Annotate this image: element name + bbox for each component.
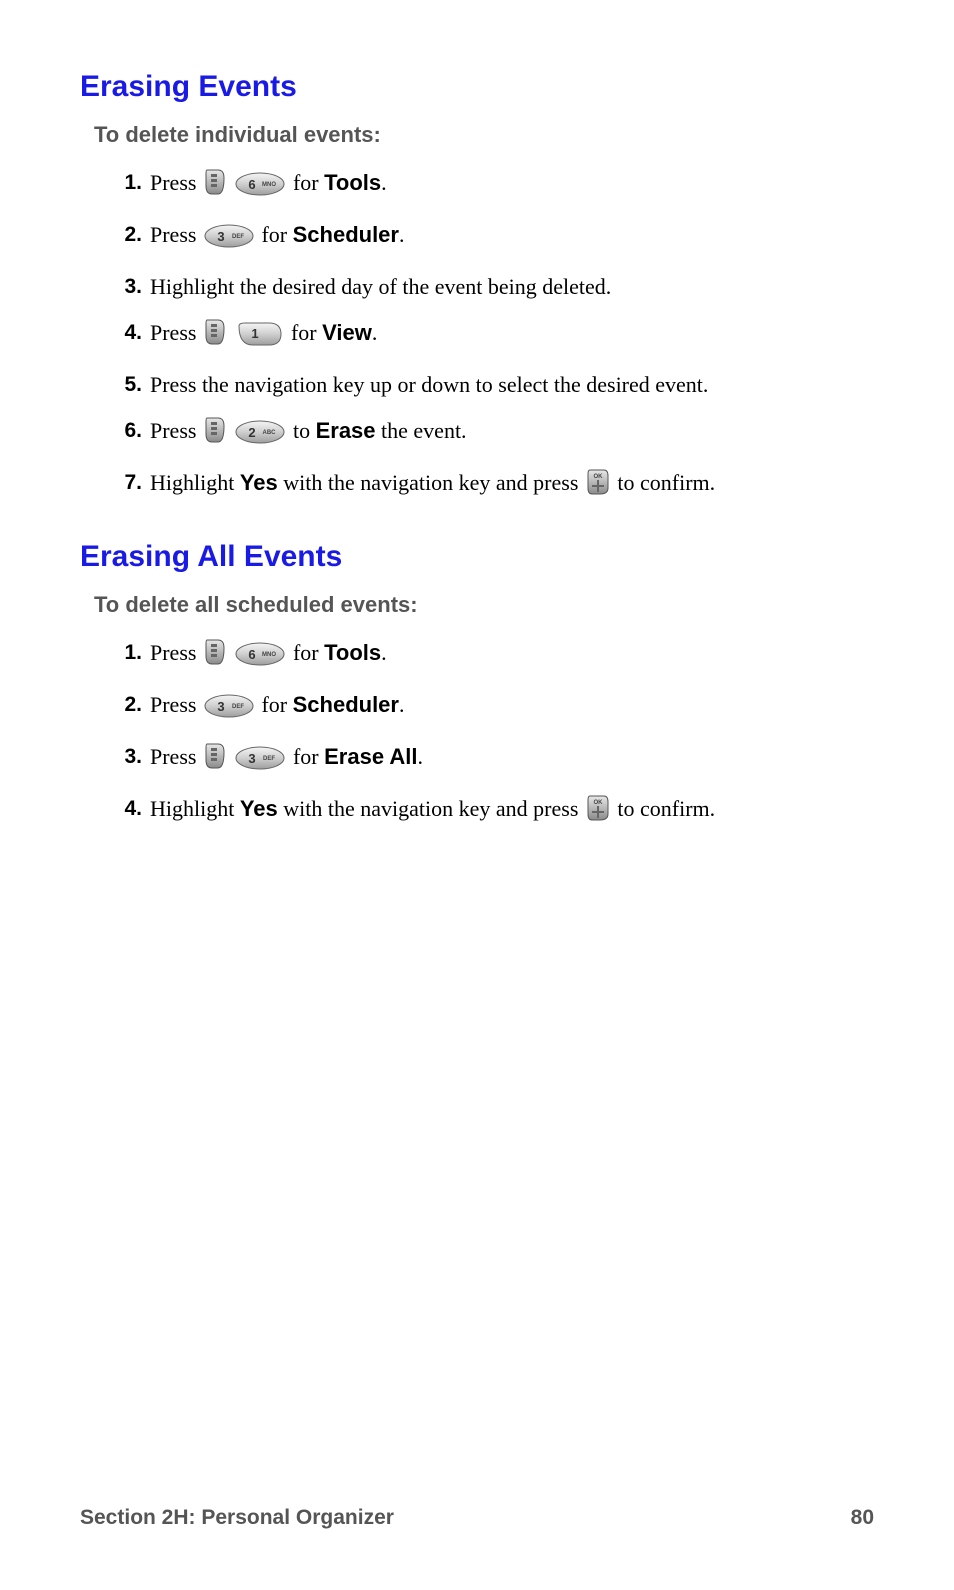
step-item: 6.Press 2ABC to Erase the event. [150, 414, 874, 454]
svg-text:MNO: MNO [262, 652, 276, 658]
step-text: to confirm. [612, 796, 715, 821]
step-item: 3.Highlight the desired day of the event… [150, 270, 874, 304]
page-footer: Section 2H: Personal Organizer 80 [80, 1506, 874, 1530]
step-text: Press [150, 418, 202, 443]
key-2-icon: 2 ABC [235, 420, 285, 454]
step-text: with the navigation key and press [278, 470, 584, 495]
step-text: the event. [376, 418, 467, 443]
step-item: 2.Press 3DEF for Scheduler. [150, 218, 874, 258]
steps-list-1: 1.Press 6MNO for Tools.2.Press 3DEF for … [80, 166, 874, 506]
step-text: Highlight [150, 796, 240, 821]
step-number: 4. [106, 792, 142, 826]
menu-key-icon [204, 318, 226, 356]
step-text: . [381, 640, 387, 665]
key-3-icon: 3 DEF [235, 746, 285, 780]
step-text: Press [150, 222, 202, 247]
step-text: . [372, 320, 378, 345]
heading-erasing-all-events: Erasing All Events [80, 540, 874, 574]
step-text: Press [150, 170, 202, 195]
step-text: . [399, 692, 405, 717]
step-number: 1. [106, 166, 142, 200]
step-bold-text: Erase All [324, 744, 417, 769]
step-bold-text: Yes [240, 796, 278, 821]
menu-key-icon [204, 416, 226, 454]
key-3-icon: 3 DEF [204, 694, 254, 728]
step-bold-text: Erase [316, 418, 376, 443]
svg-text:DEF: DEF [232, 234, 244, 240]
step-text: for [256, 222, 293, 247]
svg-text:6: 6 [249, 647, 256, 662]
step-text: for [287, 744, 324, 769]
footer-section-label: Section 2H: Personal Organizer [80, 1506, 394, 1530]
step-text: for [285, 320, 322, 345]
heading-erasing-events: Erasing Events [80, 70, 874, 104]
step-text: Highlight [150, 470, 240, 495]
key-6-icon: 6 MNO [235, 172, 285, 206]
menu-key-icon [204, 168, 226, 206]
step-number: 1. [106, 636, 142, 670]
step-number: 2. [106, 688, 142, 722]
svg-text:ABC: ABC [263, 430, 277, 436]
step-item: 7.Highlight Yes with the navigation key … [150, 466, 874, 506]
step-bold-text: Scheduler [293, 222, 399, 247]
ok-key-icon [586, 468, 610, 506]
step-text: Press [150, 744, 202, 769]
step-number: 3. [106, 740, 142, 774]
step-number: 6. [106, 414, 142, 448]
ok-key-icon [586, 794, 610, 832]
step-text: Press [150, 320, 202, 345]
step-item: 4.Highlight Yes with the navigation key … [150, 792, 874, 832]
document-page: Erasing Events To delete individual even… [0, 0, 954, 1590]
svg-text:3: 3 [217, 229, 224, 244]
footer-page-number: 80 [851, 1506, 874, 1530]
step-bold-text: Tools [324, 640, 381, 665]
step-number: 4. [106, 316, 142, 350]
svg-text:MNO: MNO [262, 182, 276, 188]
step-bold-text: Tools [324, 170, 381, 195]
step-text: . [399, 222, 405, 247]
step-text: Press the navigation key up or down to s… [150, 372, 708, 397]
step-text: Press [150, 692, 202, 717]
svg-text:DEF: DEF [263, 756, 275, 762]
subheading-delete-all: To delete all scheduled events: [94, 592, 874, 618]
step-item: 1.Press 6MNO for Tools. [150, 166, 874, 206]
step-item: 4.Press for View. [150, 316, 874, 356]
step-text: for [256, 692, 293, 717]
step-text: . [417, 744, 423, 769]
key-1-icon [235, 322, 283, 356]
subheading-delete-individual: To delete individual events: [94, 122, 874, 148]
step-number: 2. [106, 218, 142, 252]
step-bold-text: Scheduler [293, 692, 399, 717]
step-bold-text: Yes [240, 470, 278, 495]
key-3-icon: 3 DEF [204, 224, 254, 258]
step-text: with the navigation key and press [278, 796, 584, 821]
step-number: 7. [106, 466, 142, 500]
menu-key-icon [204, 638, 226, 676]
step-number: 3. [106, 270, 142, 304]
step-text: for [287, 640, 324, 665]
key-6-icon: 6 MNO [235, 642, 285, 676]
step-text: . [381, 170, 387, 195]
svg-text:3: 3 [249, 751, 256, 766]
svg-text:6: 6 [249, 177, 256, 192]
step-text: for [287, 170, 324, 195]
step-item: 3.Press 3DEF for Erase All. [150, 740, 874, 780]
step-text: Highlight the desired day of the event b… [150, 274, 611, 299]
steps-list-2: 1.Press 6MNO for Tools.2.Press 3DEF for … [80, 636, 874, 832]
step-item: 1.Press 6MNO for Tools. [150, 636, 874, 676]
step-item: 2.Press 3DEF for Scheduler. [150, 688, 874, 728]
step-text: to [287, 418, 315, 443]
svg-text:DEF: DEF [232, 704, 244, 710]
step-number: 5. [106, 368, 142, 402]
step-text: Press [150, 640, 202, 665]
step-text: to confirm. [612, 470, 715, 495]
menu-key-icon [204, 742, 226, 780]
svg-text:3: 3 [217, 699, 224, 714]
step-bold-text: View [322, 320, 372, 345]
svg-text:2: 2 [249, 425, 256, 440]
step-item: 5.Press the navigation key up or down to… [150, 368, 874, 402]
